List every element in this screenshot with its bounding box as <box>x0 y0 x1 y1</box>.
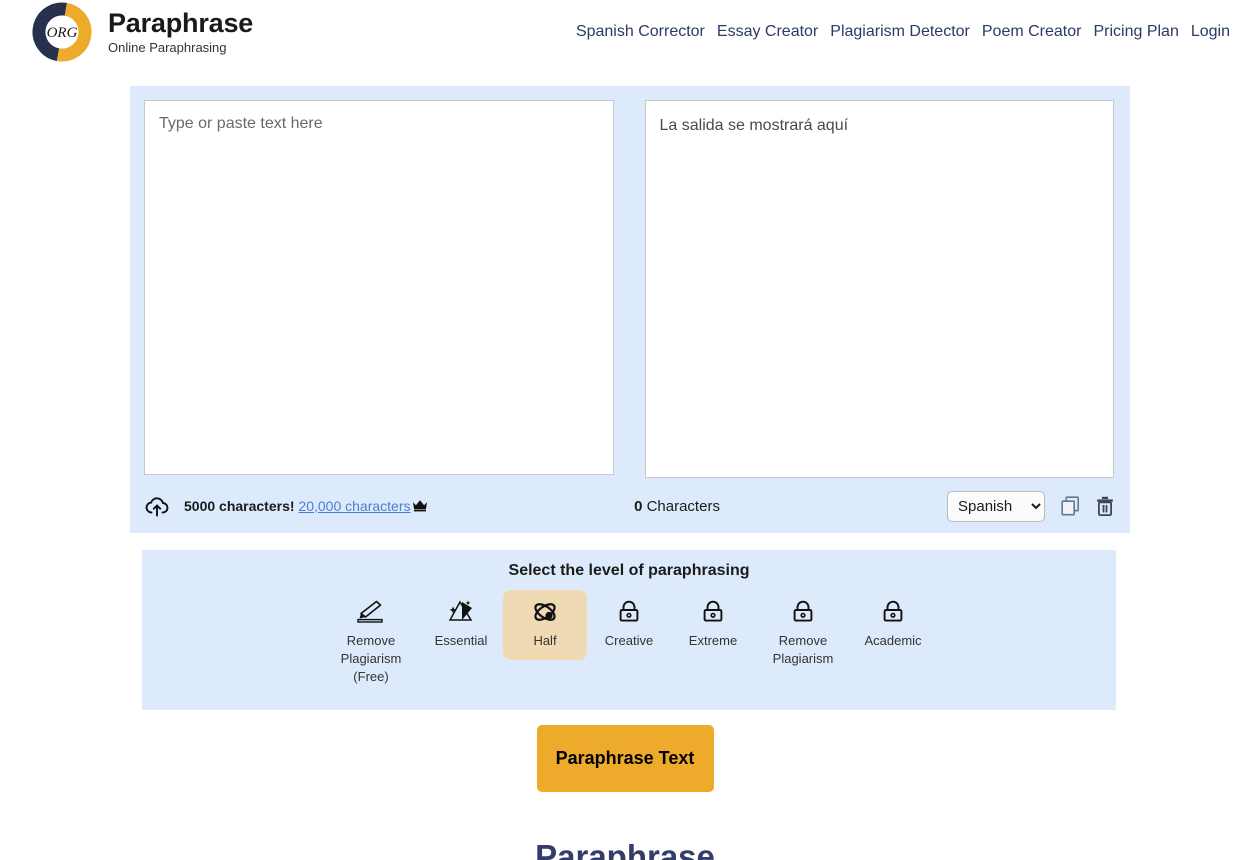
level-essential[interactable]: Essential <box>419 590 503 660</box>
input-pane: Type or paste text here <box>144 100 614 478</box>
level-label: Essential <box>434 633 488 648</box>
lock-icon <box>880 598 906 626</box>
level-remove-plagiarism-free[interactable]: Remove Plagiarism (Free) <box>323 590 419 696</box>
delete-button[interactable] <box>1096 496 1114 519</box>
source-text-input[interactable]: Type or paste text here <box>144 100 614 475</box>
cta-row: Paraphrase Text <box>0 724 1250 792</box>
nav-poem-creator[interactable]: Poem Creator <box>982 23 1082 41</box>
editor-panel: Type or paste text here La salida se mos… <box>130 86 1130 533</box>
character-counter: 0 Characters <box>592 498 762 515</box>
page-title: Paraphrase <box>535 837 715 860</box>
nav-spanish-corrector[interactable]: Spanish Corrector <box>576 23 705 41</box>
editor-panes: Type or paste text here La salida se mos… <box>144 100 1114 478</box>
upgrade-limit-link[interactable]: 20,000 characters <box>298 498 410 514</box>
crown-icon <box>412 499 428 515</box>
character-limit-current: 5000 characters! <box>184 497 295 514</box>
lock-icon <box>616 598 642 626</box>
svg-text:ORG: ORG <box>47 25 78 41</box>
cloud-upload-icon[interactable] <box>144 494 170 518</box>
level-remove-plagiarism[interactable]: Remove Plagiarism <box>755 590 851 678</box>
level-label: Half <box>533 633 557 648</box>
site-header: ORG Paraphrase Online Paraphrasing Spani… <box>0 0 1250 64</box>
nav-pricing-plan[interactable]: Pricing Plan <box>1093 23 1178 41</box>
level-label: Extreme <box>688 633 738 648</box>
level-extreme[interactable]: Extreme <box>671 590 755 660</box>
language-select[interactable]: Spanish <box>947 490 1045 522</box>
nav-plagiarism-detector[interactable]: Plagiarism Detector <box>830 23 970 41</box>
output-pane: La salida se mostrará aquí <box>644 100 1114 478</box>
brand[interactable]: ORG Paraphrase Online Paraphrasing <box>30 0 253 64</box>
editor-footer-right: Spanish <box>947 490 1114 522</box>
level-label: Creative <box>604 633 654 648</box>
copy-icon <box>1061 496 1080 519</box>
level-creative[interactable]: Creative <box>587 590 671 660</box>
level-label: Remove Plagiarism <box>772 633 834 666</box>
level-panel-title: Select the level of paraphrasing <box>508 562 750 579</box>
character-limit-text: 5000 characters! 20,000 characters <box>184 498 428 515</box>
level-options: Remove Plagiarism (Free) Essential Half … <box>152 590 1106 696</box>
paraphrase-level-panel: Select the level of paraphrasing Remove … <box>142 550 1116 710</box>
level-half[interactable]: Half <box>503 590 587 660</box>
level-label: Academic <box>864 633 922 648</box>
lock-icon <box>700 598 726 626</box>
org-donut-logo-icon: ORG <box>30 0 94 64</box>
nav-login[interactable]: Login <box>1191 23 1230 41</box>
copy-button[interactable] <box>1061 496 1080 516</box>
editor-footer: 5000 characters! 20,000 characters 0 Cha… <box>144 489 1114 523</box>
brand-subtitle: Online Paraphrasing <box>108 40 227 56</box>
pen-icon <box>356 598 386 626</box>
magic-wand-icon <box>446 598 476 626</box>
nav-essay-creator[interactable]: Essay Creator <box>717 23 818 41</box>
lock-icon <box>790 598 816 626</box>
paraphrase-text-button[interactable]: Paraphrase Text <box>536 724 714 792</box>
editor-footer-left: 5000 characters! 20,000 characters <box>144 494 592 518</box>
brand-title: Paraphrase <box>108 7 254 38</box>
main-navigation: Spanish Corrector Essay Creator Plagiari… <box>576 23 1230 41</box>
atom-icon <box>530 598 560 626</box>
character-counter-label: Characters <box>646 497 720 515</box>
output-text-area[interactable]: La salida se mostrará aquí <box>644 100 1114 478</box>
level-academic[interactable]: Academic <box>851 590 935 660</box>
character-counter-value: 0 <box>634 497 643 515</box>
level-label: Remove Plagiarism (Free) <box>340 633 402 684</box>
trash-icon <box>1096 496 1114 519</box>
